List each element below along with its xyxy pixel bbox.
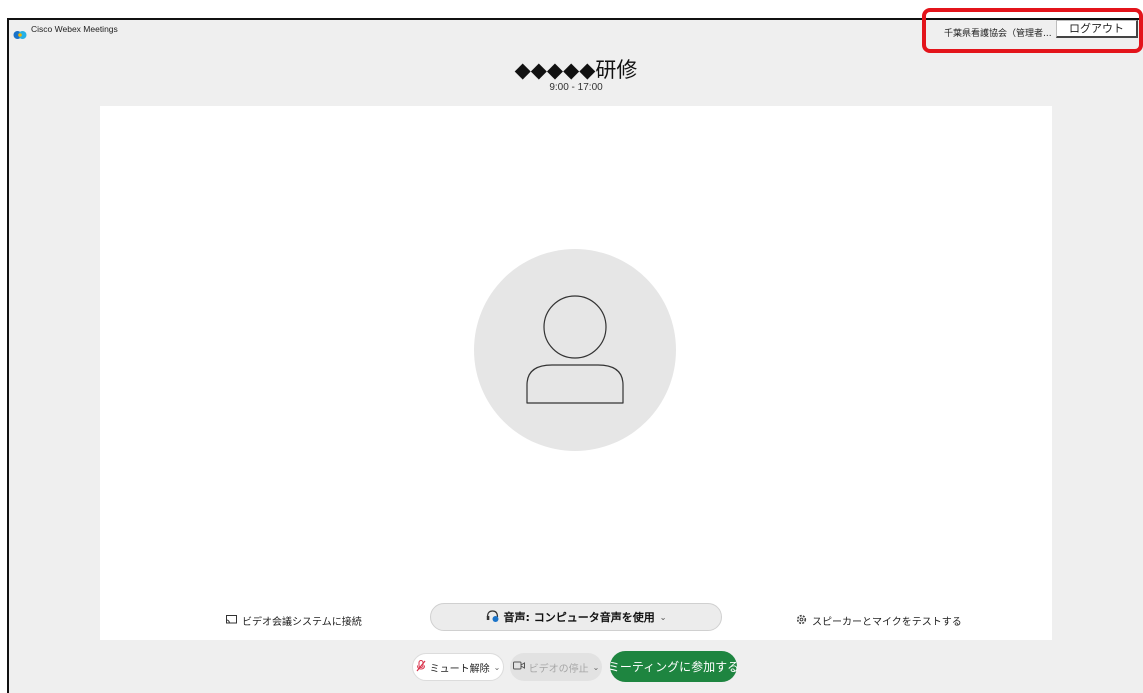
bottom-controls: ミュート解除 ⌄ ビデオの停止 ⌄ ミーティングに参加する xyxy=(9,650,1143,682)
avatar xyxy=(474,249,676,451)
camera-icon xyxy=(512,661,525,673)
gear-icon xyxy=(796,614,807,628)
webex-window: Cisco Webex Meetings 千葉県看護協会（管理者... ログアウ… xyxy=(7,18,1143,693)
join-meeting-button[interactable]: ミーティングに参加する xyxy=(608,651,739,682)
audio-connection-button[interactable]: 音声: コンピュータ音声を使用 ⌄ xyxy=(430,603,722,631)
meeting-title: ◆◆◆◆◆研修 xyxy=(514,58,638,82)
unmute-button[interactable]: ミュート解除 ⌄ xyxy=(412,653,504,681)
video-label: ビデオの停止 xyxy=(528,663,589,675)
video-preview: ビデオ会議システムに接続 音声: コンピュータ音声を使用 ⌄ スピーカーとマイク… xyxy=(100,106,1052,640)
cast-icon xyxy=(226,614,237,627)
app-title: Cisco Webex Meetings xyxy=(31,24,118,34)
connect-video-system-link[interactable]: ビデオ会議システムに接続 xyxy=(226,613,362,628)
connect-video-label: ビデオ会議システムに接続 xyxy=(242,617,362,628)
logout-button[interactable]: ログアウト xyxy=(1056,20,1138,38)
headset-icon xyxy=(486,609,499,625)
stop-video-button[interactable]: ビデオの停止 ⌄ xyxy=(510,653,602,681)
test-audio-label: スピーカーとマイクをテストする xyxy=(812,617,962,628)
chevron-down-icon[interactable]: ⌄ xyxy=(593,663,600,672)
chevron-down-icon: ⌄ xyxy=(659,612,667,622)
chevron-down-icon[interactable]: ⌄ xyxy=(494,663,501,672)
unmute-label: ミュート解除 xyxy=(429,663,490,675)
user-silhouette-icon xyxy=(526,295,624,404)
account-name: 千葉県看護協会（管理者... xyxy=(944,29,1052,39)
test-speaker-mic-link[interactable]: スピーカーとマイクをテストする xyxy=(796,613,962,628)
title-bar: Cisco Webex Meetings 千葉県看護協会（管理者... ログアウ… xyxy=(9,20,1143,42)
audio-label: 音声: コンピュータ音声を使用 xyxy=(503,611,655,624)
meeting-time: 9:00 - 17:00 xyxy=(549,82,603,93)
webex-logo-icon xyxy=(13,25,27,39)
mic-muted-icon xyxy=(416,659,426,675)
